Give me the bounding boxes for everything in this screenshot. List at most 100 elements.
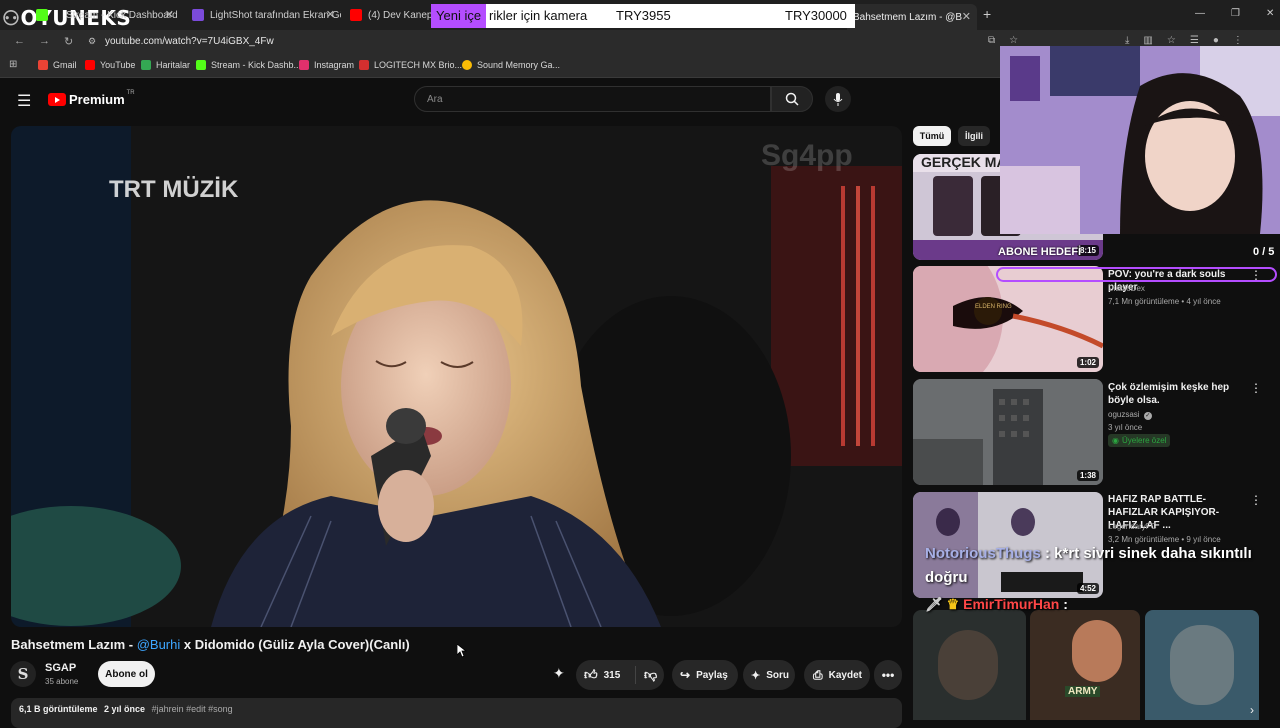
channel-avatar[interactable]: S [10,661,36,687]
share-button[interactable]: ↪ Paylaş [672,660,738,690]
sound-memory-icon [462,60,472,70]
list-icon[interactable]: ☰ [1190,35,1199,46]
close-tab-icon[interactable]: ✕ [165,8,174,21]
video-title: Bahsetmem Lazım - @Burhi x Didomido (Gül… [11,637,410,652]
apps-grid-icon[interactable]: ⊞ [9,59,17,70]
share-icon: ↪ [680,668,691,682]
sparkle-icon: ✦ [751,669,761,682]
video-player[interactable]: TRT MÜZİK Sg4pp [11,126,902,627]
close-tab-icon[interactable]: ✕ [326,8,335,21]
subscriber-count: 35 abone [45,677,79,686]
bookmark-logitech[interactable]: LOGITECH MX Brio... [359,60,462,70]
url-field[interactable]: youtube.com/watch?v=7U4iGBX_4Fw [105,36,274,47]
search-input[interactable]: Ara [414,86,771,112]
search-button[interactable] [771,86,813,112]
thumbs-up-icon: 👍︎ [584,667,598,682]
mouse-cursor-icon [457,644,467,658]
more-actions-button[interactable]: ••• [874,660,902,690]
suggestion-channel[interactable]: LegendaryFC [1108,522,1156,531]
suggestion-title[interactable]: Çok özlemişim keşke hep böyle olsa. [1108,381,1248,407]
toolbar-icons: ⤓ ▥ ☆ ☰ ● ⋮ [1125,35,1243,46]
profile-icon[interactable]: ● [1213,35,1219,46]
trt-muzik-watermark: TRT MÜZİK [109,176,239,203]
suggestion-thumbnail[interactable] [1145,610,1259,720]
bookmark-youtube[interactable]: YouTube [85,60,135,70]
cast-icon[interactable]: ⧉ [988,35,995,46]
reload-icon[interactable]: ↻ [64,35,73,48]
search-icon [785,92,799,106]
site-info-icon[interactable]: ⚙ [88,36,96,47]
bookmark-icon: ⎙ [813,667,823,682]
like-button[interactable]: 👍︎ 315 [576,666,636,684]
channel-name[interactable]: SGAP [45,662,76,674]
minimize-icon[interactable]: — [1195,8,1205,19]
ask-button[interactable]: ✦ Soru [743,660,795,690]
close-tab-icon[interactable]: ✕ [962,10,971,23]
back-icon[interactable]: ← [14,35,25,48]
bookmark-sound-memory[interactable]: Sound Memory Ga... [462,60,560,70]
star-icon[interactable]: ☆ [1167,35,1176,46]
nav-buttons: ← → ↻ [14,35,73,48]
tab-kick-dashboard[interactable]: Stream - Kick Dashboard ✕ [30,4,180,26]
youtube-logo[interactable]: Premium TR [48,90,135,107]
stream-alert-banner: Yeni içe rikler için kamera TRY3955 TRY3… [431,4,855,28]
extension-icons: ⧉ ☆ [988,35,1018,46]
suggestion-thumbnail[interactable]: ARMY [1030,610,1140,720]
like-dislike-group: 👍︎ 315 👎︎ [576,660,664,690]
bookmark-star-icon[interactable]: ☆ [1009,35,1018,46]
crown-icon: ♛ [946,596,960,612]
suggestion-menu-icon[interactable]: ⋮ [1250,381,1262,395]
bookmark-kick[interactable]: Stream - Kick Dashb... [196,60,301,70]
suggestion-channel[interactable]: DiabloDex [1108,284,1145,293]
dislike-button[interactable]: 👎︎ [636,667,657,683]
filter-chip-related[interactable]: İlgili [958,126,990,146]
menu-icon[interactable]: ⋮ [1233,35,1243,46]
suggestion-thumbnail[interactable]: 1:38 [913,379,1103,485]
download-icon[interactable]: ⤓ [1125,35,1129,46]
chat-username: NotoriousThugs [925,545,1041,562]
verified-icon: ✓ [1143,412,1152,420]
suggestion-menu-icon[interactable]: ⋮ [1250,493,1262,507]
chat-message: 🗡︎ ♛ EmirTimurHan : [925,596,1068,612]
sidebar-icon[interactable]: ▥ [1143,35,1152,46]
subscribe-button[interactable]: Abone ol [98,661,155,687]
carousel-next-icon[interactable]: › [1250,703,1254,717]
voice-search-button[interactable] [825,86,851,112]
mention-link[interactable]: @Burhi [137,637,181,652]
save-button[interactable]: ⎙ Kaydet [804,660,870,690]
webcam-feed [1000,46,1280,234]
youtube-icon [350,9,362,21]
chat-message: NotoriousThugs : k*rt sivri sinek daha s… [925,545,1252,586]
suggestion-channel[interactable]: oguzsasi ✓ [1108,410,1152,420]
tab-bahsetmem-active[interactable]: Bahsetmem Lazım - @B ✕ [847,4,977,30]
hype-icon[interactable]: ✦ [553,665,565,682]
hamburger-menu-icon[interactable]: ☰ [17,91,31,111]
logitech-icon [359,60,369,70]
army-label: ARMY [1065,686,1101,697]
lightshot-icon [192,9,204,21]
suggestion-thumbnail[interactable] [913,610,1026,720]
members-only-badge: ◉ Üyelere özel [1108,434,1171,447]
description-box[interactable]: 6,1 B görüntüleme 2 yıl önce #jahrein #e… [11,698,902,728]
suggestion-meta: 7,1 Mn görüntüleme • 4 yıl önce [1108,297,1221,306]
thumb-caption: ELDEN RING [975,304,1012,310]
youtube-icon [85,60,95,70]
sword-icon: 🗡︎ [925,596,943,612]
forward-icon[interactable]: → [39,35,50,48]
youtube-play-icon [48,93,66,106]
bookmark-gmail[interactable]: Gmail [38,60,77,70]
sub-goal-label: ABONE HEDEFİ [998,246,1082,258]
bookmark-maps[interactable]: Haritalar [141,60,190,70]
filter-chip-all[interactable]: Tümü [913,126,951,146]
more-icon: ••• [881,668,895,682]
close-window-icon[interactable]: ✕ [1266,8,1274,19]
chat-username: EmirTimurHan [963,596,1060,612]
sub-goal-value: 0 / 5 [1253,246,1275,258]
new-tab-button[interactable]: + [983,6,991,22]
tab-lightshot[interactable]: LightShot tarafından Ekran Gör ✕ [186,4,341,26]
thumbs-down-icon: 👎︎ [644,667,658,682]
restore-icon[interactable]: ❐ [1231,8,1240,19]
bookmark-instagram[interactable]: Instagram [299,60,354,70]
tab-dev-kanepe[interactable]: (4) Dev Kanepe Be [344,4,434,26]
kick-icon [36,9,48,21]
